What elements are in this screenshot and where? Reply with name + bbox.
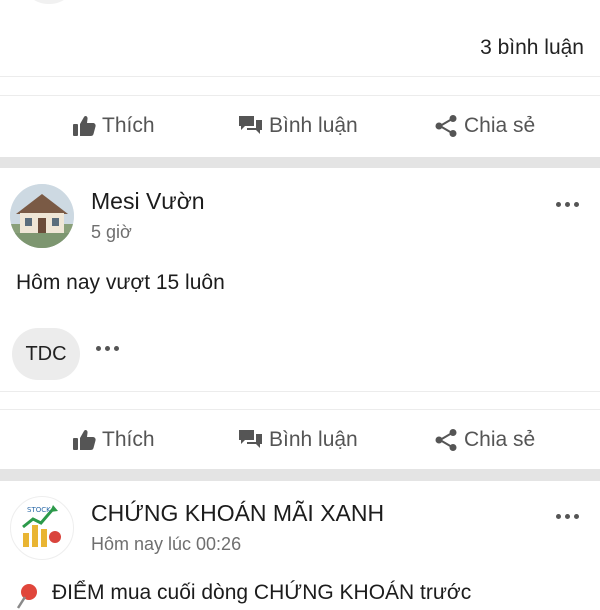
post-actions: Thích Bình luận Chia sẻ — [0, 412, 600, 468]
post-header: Mesi Vườn 5 giờ — [0, 184, 600, 254]
thumbs-up-icon — [73, 429, 96, 450]
comment-button[interactable]: Bình luận — [238, 98, 358, 154]
post-separator — [0, 157, 600, 168]
author-name[interactable]: Mesi Vườn — [91, 188, 205, 215]
share-icon — [435, 115, 457, 137]
comment-icon — [239, 116, 262, 134]
like-label: Thích — [102, 428, 155, 451]
post-time[interactable]: 5 giờ — [91, 222, 132, 243]
divider — [0, 76, 600, 77]
avatar[interactable] — [10, 184, 74, 248]
comment-icon — [239, 430, 262, 448]
previous-post-partial — [22, 0, 76, 4]
pin-icon — [16, 584, 37, 609]
share-button[interactable]: Chia sẻ — [434, 98, 535, 154]
comment-label: Bình luận — [269, 428, 358, 451]
house-icon — [10, 184, 74, 248]
more-options-button[interactable] — [552, 194, 582, 214]
share-button[interactable]: Chia sẻ — [434, 412, 535, 468]
post-text-row: ĐIỂM mua cuối dòng CHỨNG KHOÁN trước — [14, 580, 600, 610]
more-icon — [96, 346, 101, 351]
post-text: Hôm nay vượt 15 luôn — [16, 271, 225, 294]
share-label: Chia sẻ — [464, 114, 536, 137]
avatar[interactable]: STOCK — [10, 496, 74, 560]
post-separator — [0, 469, 600, 481]
divider — [0, 95, 600, 96]
comments-count[interactable]: 3 bình luận — [480, 36, 584, 60]
more-icon — [555, 513, 561, 519]
share-label: Chia sẻ — [464, 428, 536, 451]
reaction-chip[interactable]: TDC — [12, 328, 80, 380]
more-icon — [555, 201, 561, 207]
like-label: Thích — [102, 114, 155, 137]
stock-chart-icon: STOCK — [22, 505, 61, 547]
more-options-button[interactable] — [552, 506, 582, 526]
divider — [0, 409, 600, 410]
share-icon — [435, 429, 457, 451]
comment-button[interactable]: Bình luận — [238, 412, 358, 468]
svg-text:STOCK: STOCK — [27, 506, 51, 514]
thumbs-up-icon — [73, 115, 96, 136]
post-header: STOCK CHỨNG KHOÁN MÃI XANH Hôm nay lúc 0… — [0, 496, 600, 566]
post-time[interactable]: Hôm nay lúc 00:26 — [91, 534, 241, 555]
post-text: ĐIỂM mua cuối dòng CHỨNG KHOÁN trước — [52, 581, 472, 604]
comment-label: Bình luận — [269, 114, 358, 137]
author-name[interactable]: CHỨNG KHOÁN MÃI XANH — [91, 500, 384, 527]
like-button[interactable]: Thích — [72, 412, 155, 468]
like-button[interactable]: Thích — [72, 98, 155, 154]
post-actions: Thích Bình luận Chia sẻ — [0, 98, 600, 154]
chip-more-button[interactable] — [96, 346, 119, 351]
divider — [0, 391, 600, 392]
